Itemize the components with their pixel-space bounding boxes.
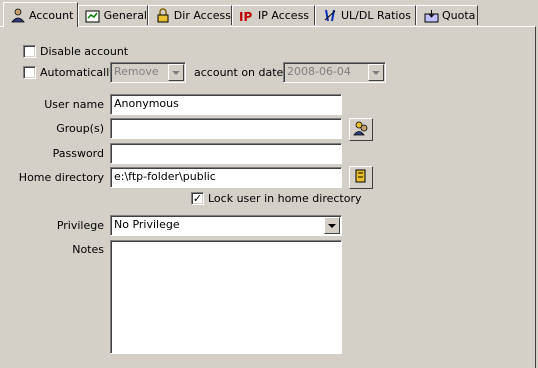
svg-text:IP: IP [239, 10, 252, 23]
tab-general-label: General [103, 9, 147, 22]
tab-account-label: Account [29, 8, 74, 22]
ip-icon: IP [239, 8, 255, 23]
tab-ul-dl-ratios-label: UL/DL Ratios [341, 9, 411, 22]
tab-dir-access-label: Dir Access [173, 9, 231, 22]
tab-quota[interactable]: Quota [416, 5, 478, 25]
quota-icon [423, 8, 439, 23]
notepad-icon [85, 8, 101, 23]
lock-icon [155, 8, 171, 23]
tab-ip-access-label: IP Access [258, 9, 310, 22]
ratio-icon [322, 8, 338, 23]
account-panel [0, 26, 536, 368]
tab-dir-access[interactable]: Dir Access [148, 5, 232, 25]
tab-strip: Account General Dir Access IP IP Access … [0, 0, 538, 27]
tab-general[interactable]: General [78, 5, 148, 25]
tab-ip-access[interactable]: IP IP Access [232, 5, 315, 25]
user-icon [10, 8, 26, 23]
tab-ul-dl-ratios[interactable]: UL/DL Ratios [315, 5, 416, 25]
tab-account[interactable]: Account [3, 2, 78, 27]
tab-quota-label: Quota [442, 9, 476, 22]
